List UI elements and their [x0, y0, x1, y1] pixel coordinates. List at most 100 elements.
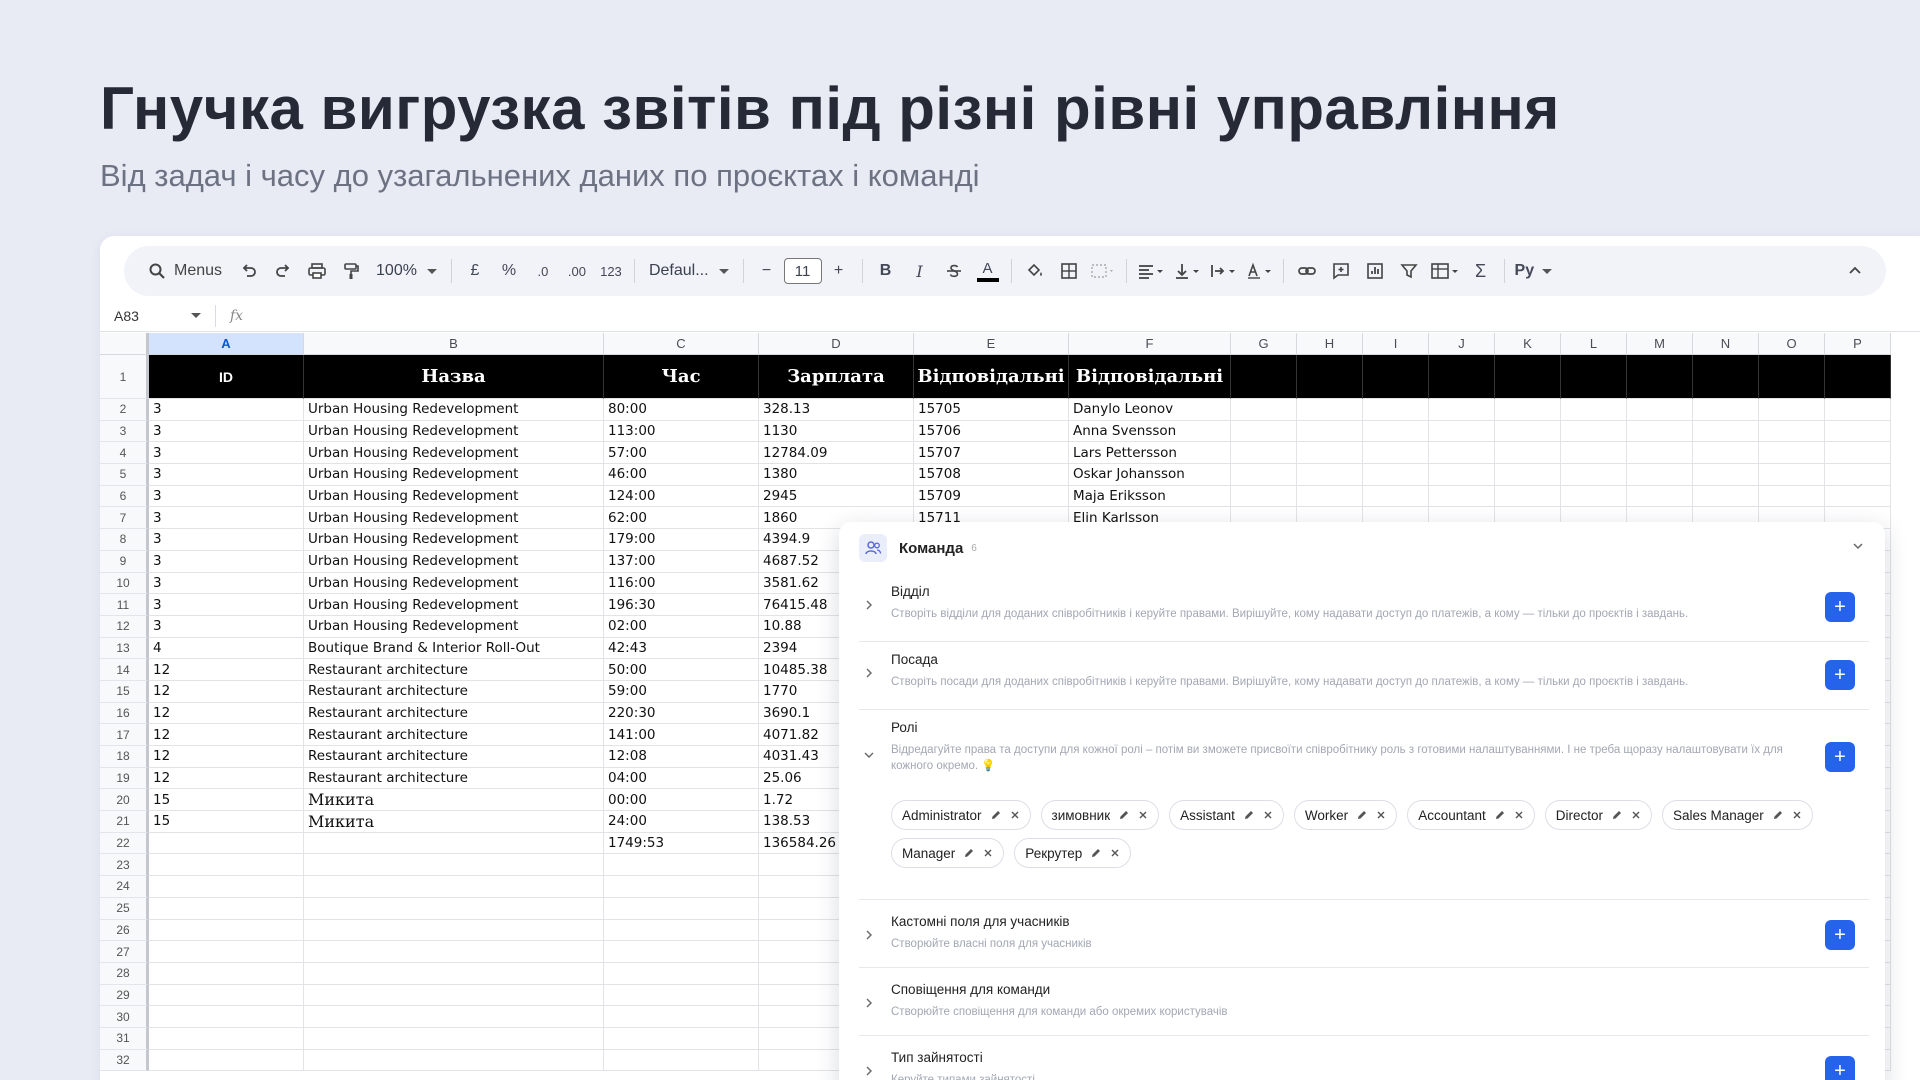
cell-b[interactable]: Restaurant architecture	[304, 659, 604, 681]
cell-o[interactable]	[1759, 442, 1825, 465]
role-chip[interactable]: Sales Manager	[1662, 800, 1813, 830]
cell-a[interactable]	[149, 919, 304, 942]
redo-icon[interactable]	[266, 255, 300, 287]
close-icon[interactable]	[1110, 848, 1120, 858]
cell-a[interactable]: 3	[149, 485, 304, 508]
row-number[interactable]: 9	[100, 550, 149, 573]
cell-d[interactable]: 1130	[759, 420, 914, 443]
cell-a[interactable]: 3	[149, 572, 304, 595]
add-position-button[interactable]: +	[1825, 660, 1855, 690]
row-number[interactable]: 27	[100, 941, 149, 963]
cell-m[interactable]	[1627, 464, 1693, 486]
cell-c[interactable]: 113:00	[604, 420, 759, 443]
zoom-select[interactable]: 100%	[368, 262, 445, 280]
cell-p[interactable]	[1825, 399, 1891, 421]
cell-a[interactable]: 12	[149, 746, 304, 768]
cell-c[interactable]: 42:43	[604, 637, 759, 660]
header-cell-name[interactable]: Назва	[304, 355, 604, 399]
menus-search-button[interactable]: Menus	[138, 255, 232, 287]
row-number[interactable]: 21	[100, 811, 149, 833]
cell-m[interactable]	[1627, 399, 1693, 421]
header-cell-salary[interactable]: Зарплата	[759, 355, 914, 399]
cell-b[interactable]	[304, 962, 604, 985]
cell-b[interactable]	[304, 897, 604, 920]
cell-g[interactable]	[1231, 485, 1297, 508]
cell-l[interactable]	[1561, 442, 1627, 465]
pencil-icon[interactable]	[1356, 809, 1368, 821]
pencil-icon[interactable]	[990, 809, 1002, 821]
column-header-b[interactable]: B	[304, 333, 604, 355]
font-size-decrease-button[interactable]: −	[750, 255, 784, 287]
cell-c[interactable]: 02:00	[604, 615, 759, 638]
column-header-k[interactable]: K	[1495, 333, 1561, 355]
cell-d[interactable]: 328.13	[759, 399, 914, 421]
row-number[interactable]: 11	[100, 594, 149, 616]
cell-b[interactable]: Restaurant architecture	[304, 702, 604, 725]
cell-d[interactable]: 1380	[759, 464, 914, 486]
pencil-icon[interactable]	[1494, 809, 1506, 821]
cell-d[interactable]: 12784.09	[759, 442, 914, 465]
paint-format-icon[interactable]	[334, 255, 368, 287]
cell-b[interactable]: Микита	[304, 811, 604, 833]
cell-b[interactable]: Urban Housing Redevelopment	[304, 507, 604, 530]
cell-a[interactable]	[149, 1006, 304, 1028]
cell-o[interactable]	[1759, 420, 1825, 443]
role-chip[interactable]: зимовник	[1040, 800, 1160, 830]
header-cell-empty[interactable]	[1627, 355, 1693, 399]
cell-n[interactable]	[1693, 464, 1759, 486]
cell-b[interactable]	[304, 1049, 604, 1072]
column-header-e[interactable]: E	[914, 333, 1069, 355]
row-number[interactable]: 22	[100, 832, 149, 855]
add-role-button[interactable]: +	[1825, 742, 1855, 772]
cell-g[interactable]	[1231, 420, 1297, 443]
cell-b[interactable]: Boutique Brand & Interior Roll-Out	[304, 637, 604, 660]
text-rotation-icon[interactable]	[1241, 255, 1277, 287]
column-header-f[interactable]: F	[1069, 333, 1231, 355]
cell-a[interactable]: 3	[149, 442, 304, 465]
collapse-toolbar-icon[interactable]	[1838, 255, 1872, 287]
row-number[interactable]: 19	[100, 767, 149, 790]
link-icon[interactable]	[1290, 255, 1324, 287]
cell-j[interactable]	[1429, 464, 1495, 486]
header-cell-empty[interactable]	[1297, 355, 1363, 399]
row-number[interactable]: 1	[100, 355, 149, 399]
cell-p[interactable]	[1825, 464, 1891, 486]
row-number[interactable]: 16	[100, 702, 149, 725]
header-cell-empty[interactable]	[1495, 355, 1561, 399]
cell-i[interactable]	[1363, 442, 1429, 465]
cell-a[interactable]: 3	[149, 399, 304, 421]
cell-o[interactable]	[1759, 485, 1825, 508]
cell-k[interactable]	[1495, 399, 1561, 421]
functions-button[interactable]: Σ	[1464, 255, 1498, 287]
cell-a[interactable]: 3	[149, 594, 304, 616]
column-header-j[interactable]: J	[1429, 333, 1495, 355]
cell-h[interactable]	[1297, 399, 1363, 421]
column-header-h[interactable]: H	[1297, 333, 1363, 355]
row-number[interactable]: 6	[100, 485, 149, 508]
cell-c[interactable]: 12:08	[604, 746, 759, 768]
select-all-corner[interactable]	[100, 333, 149, 355]
role-chip[interactable]: Accountant	[1407, 800, 1535, 830]
cell-a[interactable]: 3	[149, 550, 304, 573]
cell-i[interactable]	[1363, 485, 1429, 508]
add-department-button[interactable]: +	[1825, 592, 1855, 622]
cell-k[interactable]	[1495, 485, 1561, 508]
cell-b[interactable]: Restaurant architecture	[304, 724, 604, 746]
close-icon[interactable]	[1376, 810, 1386, 820]
chevron-down-icon[interactable]	[863, 748, 875, 766]
cell-a[interactable]	[149, 876, 304, 898]
cell-l[interactable]	[1561, 485, 1627, 508]
cell-c[interactable]: 1749:53	[604, 832, 759, 855]
column-header-i[interactable]: I	[1363, 333, 1429, 355]
column-header-a[interactable]: A	[149, 333, 304, 355]
cell-b[interactable]: Urban Housing Redevelopment	[304, 420, 604, 443]
header-cell-empty[interactable]	[1363, 355, 1429, 399]
cell-a[interactable]: 3	[149, 420, 304, 443]
cell-c[interactable]: 116:00	[604, 572, 759, 595]
cell-c[interactable]: 62:00	[604, 507, 759, 530]
text-wrap-icon[interactable]	[1205, 255, 1241, 287]
cell-c[interactable]: 124:00	[604, 485, 759, 508]
cell-k[interactable]	[1495, 442, 1561, 465]
filter-icon[interactable]	[1392, 255, 1426, 287]
team-panel-header[interactable]: Команда 6	[859, 528, 1865, 568]
